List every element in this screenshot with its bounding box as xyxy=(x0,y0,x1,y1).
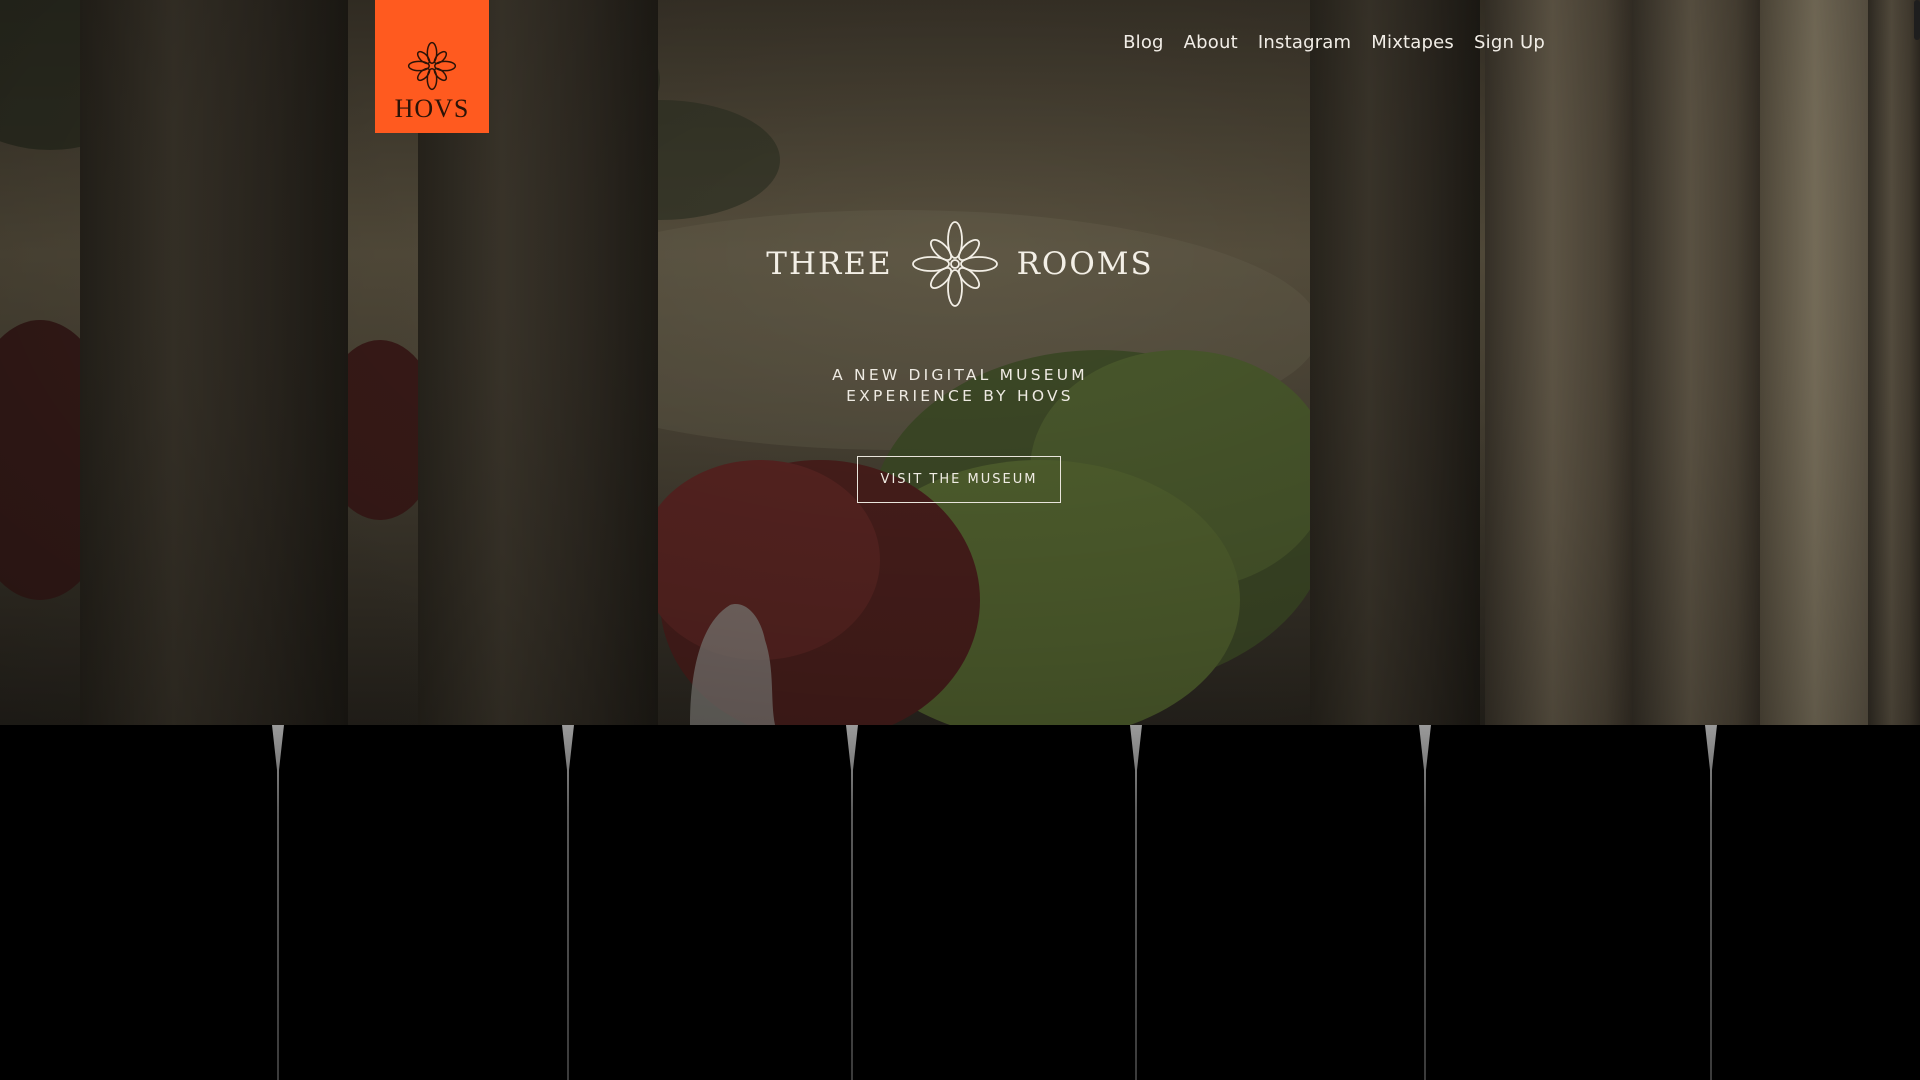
divider-line xyxy=(1130,725,1142,1080)
nav-item-sign-up[interactable]: Sign Up xyxy=(1474,30,1545,56)
nav-item-mixtapes[interactable]: Mixtapes xyxy=(1371,30,1454,56)
nav-item-about[interactable]: About xyxy=(1184,30,1238,56)
divider-line xyxy=(846,725,858,1080)
ornament-icon xyxy=(407,41,457,91)
page: HOVS Blog About Instagram Mixtapes Sign … xyxy=(0,0,1920,1080)
dark-section xyxy=(0,725,1920,1080)
divider-line xyxy=(272,725,284,1080)
subtitle-line-2: EXPERIENCE BY HOVS xyxy=(846,387,1074,405)
hero-title: THREE ROOMS xyxy=(0,218,1920,310)
brand-logo[interactable]: HOVS xyxy=(375,0,489,133)
scrollbar-thumb[interactable] xyxy=(1914,0,1920,40)
main-nav: Blog About Instagram Mixtapes Sign Up xyxy=(1123,30,1545,56)
logo-text: HOVS xyxy=(394,94,470,123)
title-right: ROOMS xyxy=(1016,246,1154,282)
title-left: THREE xyxy=(766,246,893,282)
hero-section: HOVS Blog About Instagram Mixtapes Sign … xyxy=(0,0,1920,725)
divider-line xyxy=(1705,725,1717,1080)
vertical-dividers xyxy=(272,725,1717,1080)
hero-subtitle: A NEW DIGITAL MUSEUM EXPERIENCE BY HOVS xyxy=(0,365,1920,407)
divider-line xyxy=(1419,725,1431,1080)
subtitle-line-1: A NEW DIGITAL MUSEUM xyxy=(832,366,1088,384)
divider-line xyxy=(562,725,574,1080)
hero-background-image xyxy=(0,0,1920,725)
visit-museum-button[interactable]: VISIT THE MUSEUM xyxy=(857,456,1061,503)
nav-item-blog[interactable]: Blog xyxy=(1123,30,1164,56)
ornament-icon xyxy=(911,221,998,307)
nav-item-instagram[interactable]: Instagram xyxy=(1258,30,1351,56)
